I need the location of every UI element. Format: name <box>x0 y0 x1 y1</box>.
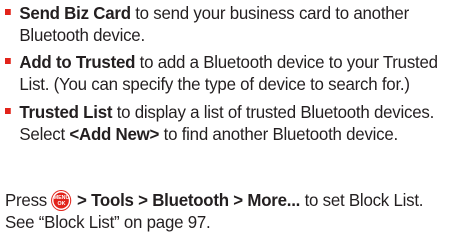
option-term: Send Biz Card <box>19 3 131 23</box>
list-item-send-biz-card: Send Biz Card to send your business card… <box>5 2 466 46</box>
list-item-trusted-list: Trusted List to display a list of truste… <box>5 101 466 145</box>
ok-key-label: OK <box>57 201 66 207</box>
square-bullet-icon <box>5 58 11 64</box>
manual-page: Send Biz Card to send your business card… <box>0 0 467 243</box>
option-term: Add to Trusted <box>19 52 136 72</box>
list-item-add-to-trusted: Add to Trusted to add a Bluetooth device… <box>5 51 466 95</box>
square-bullet-icon <box>5 9 11 15</box>
navigation-instruction: Press MENU OK > Tools > Bluetooth > More.… <box>5 189 451 233</box>
menu-ok-key-icon: MENU OK <box>52 191 71 210</box>
option-term: Trusted List <box>19 102 113 122</box>
add-new-option: <Add New> <box>69 124 160 144</box>
menu-path: > Tools > Bluetooth > More... <box>72 190 301 210</box>
options-list: Send Biz Card to send your business card… <box>5 2 467 150</box>
press-prefix: Press <box>5 190 52 210</box>
option-description-end: to find another Bluetooth device. <box>159 124 399 144</box>
square-bullet-icon <box>5 108 11 114</box>
